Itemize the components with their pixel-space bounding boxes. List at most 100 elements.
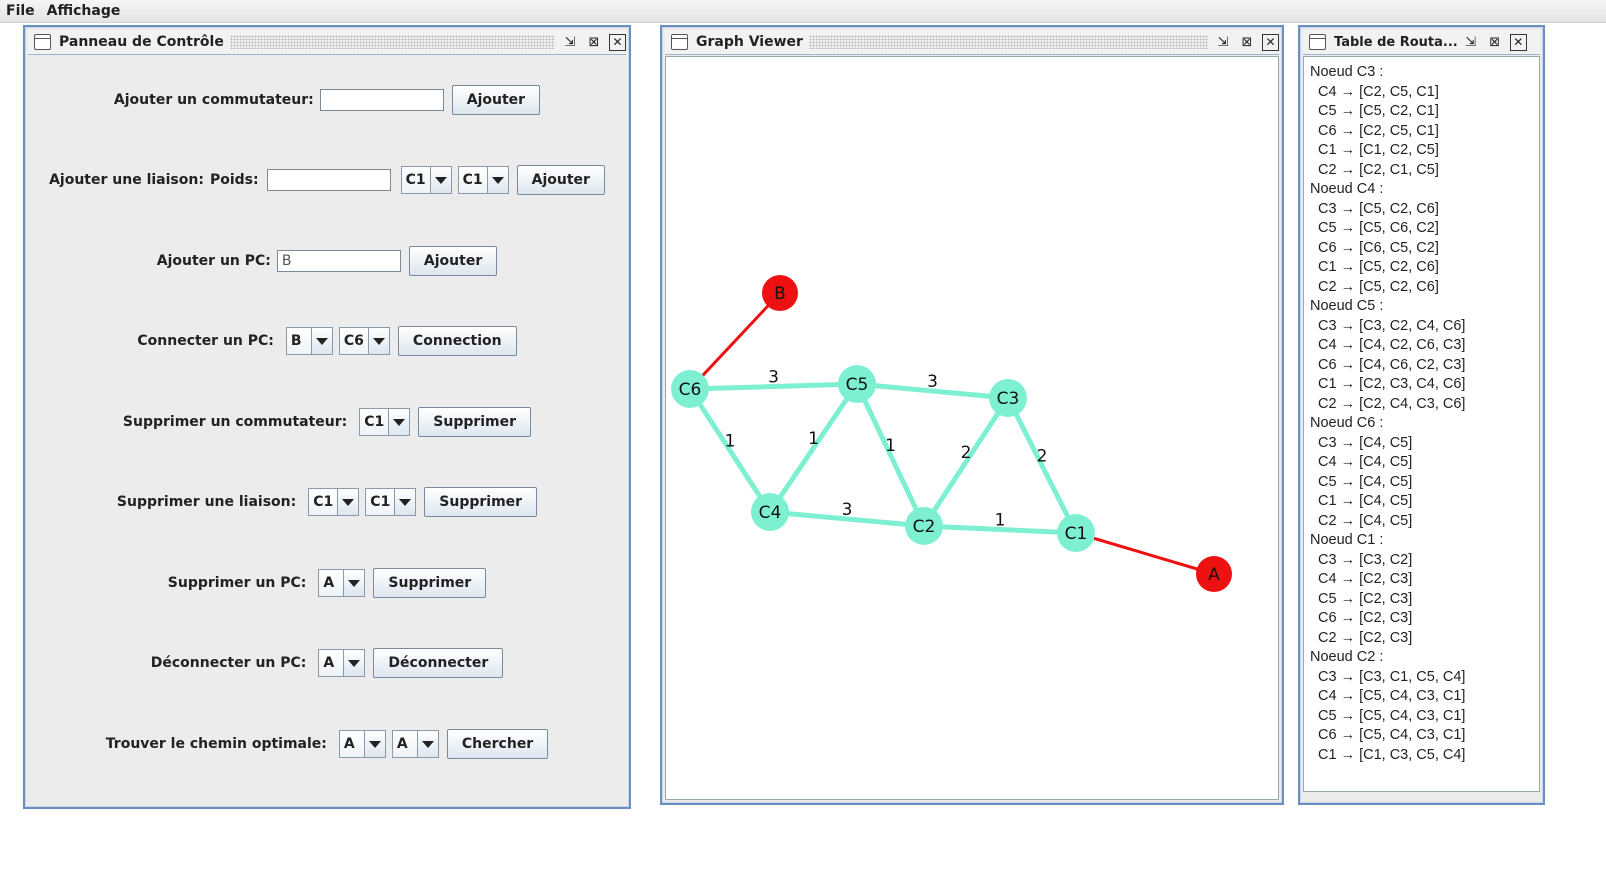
delete-pc-select[interactable]: A bbox=[318, 569, 366, 597]
graph-node-label: C4 bbox=[759, 503, 782, 523]
routing-entry: C3 → [C5, C2, C6] bbox=[1318, 200, 1439, 217]
edge-weight-label: 1 bbox=[725, 432, 736, 452]
graph-svg: 3 3 1 1 1 2 2 3 1 B C6 C5 C3 C4 C2 C1 A bbox=[671, 275, 1232, 592]
menu-file[interactable]: File bbox=[0, 3, 41, 19]
find-path-from-value: A bbox=[339, 731, 364, 757]
routing-table-text[interactable]: Noeud C3 : C4 → [C2, C5, C1] C5 → [C5, C2,… bbox=[1303, 56, 1540, 792]
control-panel-titlebar[interactable]: Panneau de Contrôle ⇲ ⊠ ✕ bbox=[28, 30, 626, 55]
edge-weight-label: 2 bbox=[961, 443, 972, 463]
close-icon[interactable]: ✕ bbox=[1509, 33, 1527, 51]
chevron-down-icon bbox=[486, 167, 508, 193]
control-panel-content: Ajouter un commutateur: Ajouter Ajouter … bbox=[28, 56, 626, 804]
connect-switch-value: C6 bbox=[339, 328, 368, 354]
routing-entry: C3 → [C3, C2, C4, C6] bbox=[1318, 317, 1466, 334]
delete-switch-select[interactable]: C1 bbox=[359, 408, 411, 436]
routing-entry: C6 → [C6, C5, C2] bbox=[1318, 239, 1439, 256]
routing-entry: C4 → [C4, C2, C6, C3] bbox=[1318, 337, 1466, 353]
edge-weight-label: 1 bbox=[995, 511, 1006, 531]
connect-button[interactable]: Connection bbox=[397, 326, 517, 356]
connect-pc-value: B bbox=[286, 328, 311, 354]
add-switch-input[interactable] bbox=[319, 89, 444, 111]
graph-edge-C1-A bbox=[1075, 531, 1215, 576]
connect-pc-select[interactable]: B bbox=[285, 327, 333, 355]
connect-pc-label: Connecter un PC: bbox=[137, 333, 274, 349]
add-link-button[interactable]: Ajouter bbox=[516, 165, 605, 195]
routing-entry: C5 → [C5, C6, C2] bbox=[1318, 220, 1439, 236]
disconnect-pc-select[interactable]: A bbox=[318, 649, 366, 677]
search-button[interactable]: Chercher bbox=[446, 729, 549, 759]
graph-viewer-content: 3 3 1 1 1 2 2 3 1 B C6 C5 C3 C4 C2 C1 A bbox=[665, 56, 1279, 800]
routing-entry: C5 → [C4, C5] bbox=[1318, 473, 1413, 490]
control-panel-title: Panneau de Contrôle bbox=[59, 34, 224, 50]
window-icon bbox=[34, 34, 51, 50]
add-pc-input[interactable] bbox=[276, 250, 401, 272]
delete-switch-label: Supprimer un commutateur: bbox=[122, 414, 348, 430]
graph-canvas[interactable]: 3 3 1 1 1 2 2 3 1 B C6 C5 C3 C4 C2 C1 A bbox=[665, 56, 1279, 800]
close-icon[interactable]: ✕ bbox=[1262, 33, 1279, 51]
routing-entry: C2 → [C5, C2, C6] bbox=[1318, 278, 1439, 295]
link-to-value: C1 bbox=[458, 167, 487, 193]
delete-switch-row: Supprimer un commutateur: C1 Supprimer bbox=[28, 406, 626, 438]
control-panel-window: Panneau de Contrôle ⇲ ⊠ ✕ Ajouter un com… bbox=[23, 25, 631, 809]
edge-weight-label: 3 bbox=[842, 500, 853, 520]
delete-pc-button[interactable]: Supprimer bbox=[373, 568, 487, 598]
routing-table-window: Table de Routa... ⇲ ⊠ ✕ Noeud C3 : C4 → [… bbox=[1298, 25, 1545, 805]
maximize-icon[interactable]: ⊠ bbox=[1486, 33, 1504, 51]
delete-pc-row: Supprimer un PC: A Supprimer bbox=[28, 567, 626, 599]
chevron-down-icon bbox=[343, 570, 365, 596]
link-to-select[interactable]: C1 bbox=[457, 166, 509, 194]
graph-viewer-titlebar[interactable]: Graph Viewer ⇲ ⊠ ✕ bbox=[665, 30, 1279, 55]
routing-entry: C1 → [C4, C5] bbox=[1318, 493, 1413, 509]
routing-entry: C4 → [C2, C5, C1] bbox=[1318, 83, 1439, 100]
edge-weight-label: 1 bbox=[885, 436, 896, 456]
link-from-select[interactable]: C1 bbox=[400, 166, 452, 194]
graph-node-label: A bbox=[1208, 565, 1220, 585]
chevron-down-icon bbox=[337, 489, 359, 515]
delete-link-from-select[interactable]: C1 bbox=[308, 488, 360, 516]
close-icon[interactable]: ✕ bbox=[609, 33, 626, 51]
disconnect-pc-label: Déconnecter un PC: bbox=[150, 655, 307, 671]
routing-table-titlebar[interactable]: Table de Routa... ⇲ ⊠ ✕ bbox=[1303, 30, 1540, 55]
routing-table-title: Table de Routa... bbox=[1334, 34, 1458, 50]
graph-edge-C6-B bbox=[688, 291, 782, 391]
routing-node-header: Noeud C5 : bbox=[1310, 298, 1384, 314]
graph-viewer-title: Graph Viewer bbox=[696, 34, 803, 50]
routing-entry: C2 → [C2, C1, C5] bbox=[1318, 161, 1439, 178]
routing-entry: C4 → [C5, C4, C3, C1] bbox=[1318, 688, 1466, 704]
add-switch-button[interactable]: Ajouter bbox=[451, 85, 541, 115]
disconnect-pc-row: Déconnecter un PC: A Déconnecter bbox=[28, 647, 626, 679]
iconify-icon[interactable]: ⇲ bbox=[561, 33, 579, 51]
disconnect-button[interactable]: Déconnecter bbox=[373, 648, 504, 678]
find-path-from-select[interactable]: A bbox=[338, 730, 386, 758]
routing-entry: C1 → [C1, C2, C5] bbox=[1318, 142, 1439, 158]
find-path-to-select[interactable]: A bbox=[391, 730, 439, 758]
routing-entry: C5 → [C5, C2, C1] bbox=[1318, 103, 1439, 119]
routing-entry: C4 → [C2, C3] bbox=[1318, 571, 1413, 587]
add-pc-label: Ajouter un PC: bbox=[156, 253, 271, 269]
add-pc-button[interactable]: Ajouter bbox=[408, 246, 498, 276]
routing-node-header: Noeud C1 : bbox=[1310, 532, 1384, 548]
find-path-row: Trouver le chemin optimale: A A Chercher bbox=[28, 728, 626, 760]
delete-link-to-select[interactable]: C1 bbox=[365, 488, 417, 516]
connect-pc-row: Connecter un PC: B C6 Connection bbox=[28, 325, 626, 357]
maximize-icon[interactable]: ⊠ bbox=[585, 33, 603, 51]
routing-entry: C6 → [C2, C5, C1] bbox=[1318, 122, 1439, 139]
routing-node-header: Noeud C4 : bbox=[1310, 181, 1384, 197]
routing-entry: C2 → [C2, C3] bbox=[1318, 629, 1413, 646]
delete-link-button[interactable]: Supprimer bbox=[424, 487, 538, 517]
routing-entry: C3 → [C3, C1, C5, C4] bbox=[1318, 668, 1466, 685]
maximize-icon[interactable]: ⊠ bbox=[1238, 33, 1256, 51]
chevron-down-icon bbox=[388, 409, 410, 435]
connect-switch-select[interactable]: C6 bbox=[338, 327, 390, 355]
weight-label: Poids: bbox=[209, 172, 259, 188]
weight-input[interactable] bbox=[266, 169, 391, 191]
graph-viewer-window: Graph Viewer ⇲ ⊠ ✕ 3 3 1 1 1 2 2 3 1 B C6 C5 C3 C4 C2 C… bbox=[660, 25, 1284, 805]
delete-switch-button[interactable]: Supprimer bbox=[418, 407, 532, 437]
delete-pc-label: Supprimer un PC: bbox=[167, 575, 307, 591]
iconify-icon[interactable]: ⇲ bbox=[1214, 33, 1232, 51]
routing-entry: C1 → [C2, C3, C4, C6] bbox=[1318, 376, 1466, 392]
graph-node-label: C3 bbox=[997, 389, 1020, 409]
iconify-icon[interactable]: ⇲ bbox=[1462, 33, 1480, 51]
menu-affichage[interactable]: Affichage bbox=[41, 3, 127, 19]
routing-entry: C2 → [C2, C4, C3, C6] bbox=[1318, 395, 1466, 412]
